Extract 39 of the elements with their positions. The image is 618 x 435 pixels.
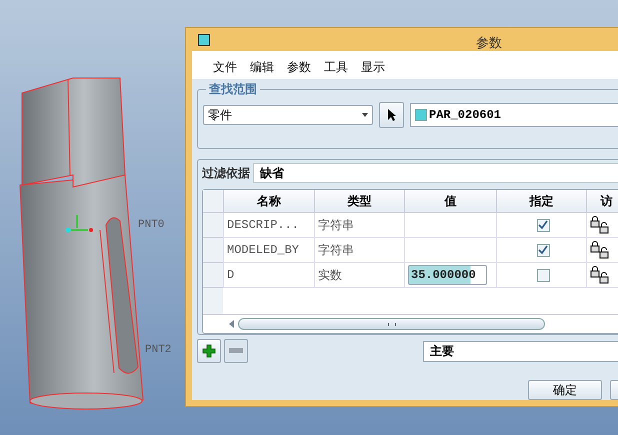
filter-field[interactable]: 缺省	[253, 163, 618, 183]
menu-item[interactable]: 参数	[287, 59, 311, 76]
table-cell: 字符串	[314, 213, 404, 238]
caret-icon	[362, 113, 368, 117]
select-button[interactable]	[379, 102, 404, 128]
column-header[interactable]: 指定	[496, 190, 586, 213]
column-header[interactable]: 类型	[314, 190, 404, 213]
point-label: PNT0	[138, 219, 164, 231]
menu-item[interactable]: 显示	[361, 59, 385, 76]
column-header[interactable]: 名称	[223, 190, 314, 213]
column-header[interactable]: 访	[586, 190, 618, 213]
column-header[interactable]: 值	[404, 190, 496, 213]
parameter-set-field[interactable]: 主要	[423, 340, 618, 362]
plus-icon	[202, 344, 216, 358]
add-button[interactable]	[197, 339, 221, 363]
window-title: 参数	[476, 35, 502, 52]
filter-label: 过滤依据	[202, 164, 250, 182]
menu-item[interactable]: 编辑	[250, 59, 274, 76]
menu-item[interactable]: 工具	[324, 59, 348, 76]
model-field[interactable]: PAR_020601	[410, 103, 618, 127]
value-input[interactable]: 35.000000	[408, 265, 487, 285]
checkbox[interactable]	[536, 244, 550, 256]
table-cell: DESCRIP...	[223, 213, 314, 238]
checkbox[interactable]	[536, 268, 550, 282]
minus-icon	[229, 348, 243, 354]
cursor-icon	[386, 108, 396, 122]
part-icon	[415, 109, 427, 121]
point-label: PNT2	[145, 344, 172, 356]
scrollbar-thumb[interactable]	[238, 318, 545, 330]
table-cell: MODELED_BY	[223, 238, 314, 263]
part-icon	[198, 34, 210, 46]
table-cell: D	[223, 263, 314, 288]
ok-button[interactable]: 确定	[528, 380, 602, 400]
table-cell: 字符串	[314, 238, 404, 263]
table-cell: 实数	[314, 263, 404, 288]
group-title: 查找范围	[206, 81, 260, 98]
scope-dropdown[interactable]: 零件	[203, 105, 373, 125]
menu-item[interactable]: 文件	[213, 59, 237, 76]
checkbox[interactable]	[536, 218, 550, 232]
